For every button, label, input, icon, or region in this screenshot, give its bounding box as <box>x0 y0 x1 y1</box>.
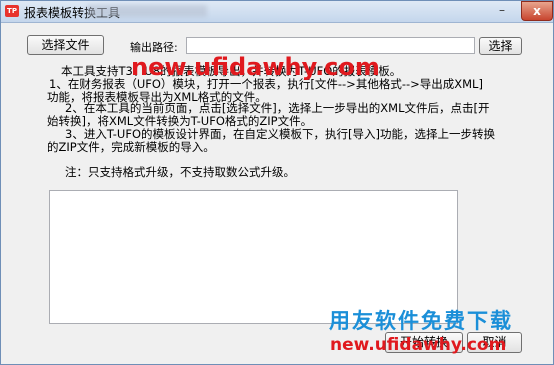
converter-window: TP 报表模板转换工具 – x 选择文件 输出路径: 选择 本工具支持T3、U8… <box>0 0 554 365</box>
app-icon: TP <box>5 5 19 17</box>
log-textarea[interactable] <box>49 190 458 324</box>
blurred-title-area <box>87 5 207 17</box>
output-path-input[interactable] <box>186 37 475 54</box>
watermark-bottom-url: new.ufidawhy.com <box>330 335 507 355</box>
close-button[interactable]: x <box>521 1 553 21</box>
select-file-button[interactable]: 选择文件 <box>27 35 104 55</box>
browse-button[interactable]: 选择 <box>479 37 522 55</box>
note-text: 注：只支持格式升级，不支持取数公式升级。 <box>65 165 295 179</box>
instruction-line-7: 的ZIP文件，完成新模板的导入。 <box>47 140 215 154</box>
title-bar[interactable]: TP 报表模板转换工具 – x <box>1 1 553 23</box>
minimize-button[interactable]: – <box>493 1 511 19</box>
watermark-cn-text: 用友软件免费下载 <box>329 309 513 333</box>
watermark-top-url: new.ufidawhy.com <box>131 53 380 81</box>
